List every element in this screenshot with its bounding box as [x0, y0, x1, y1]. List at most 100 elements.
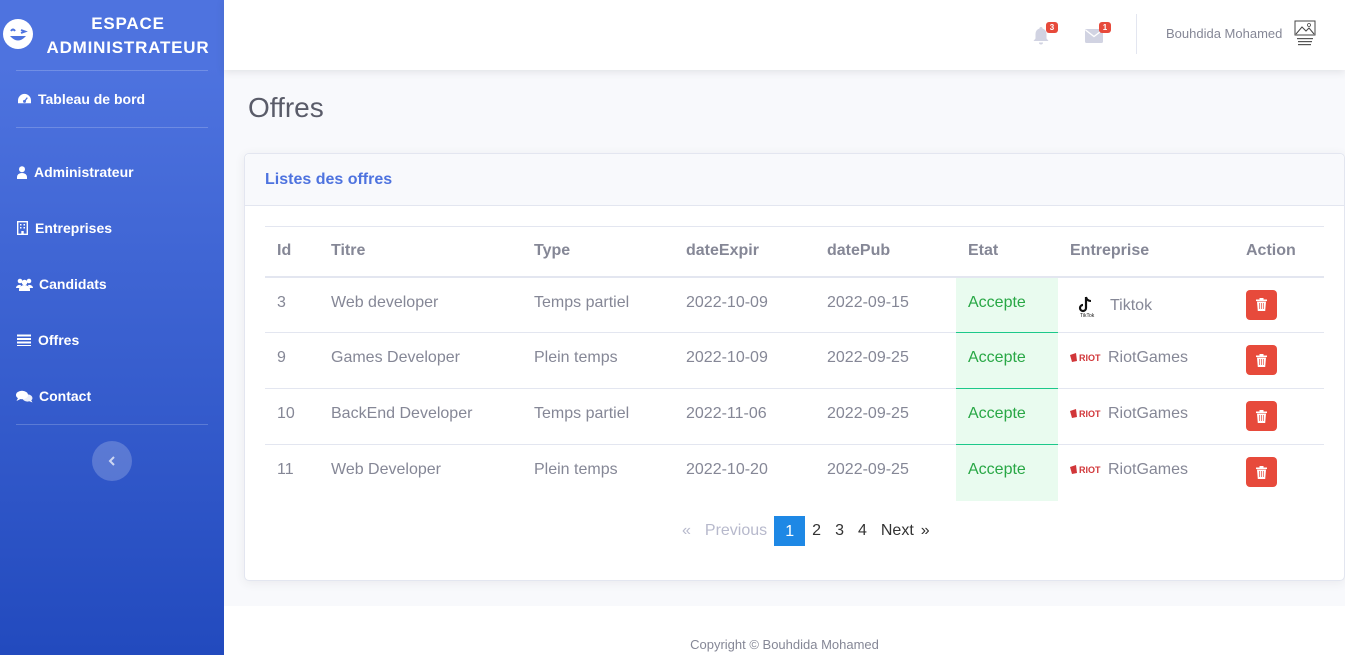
cell-action [1234, 388, 1324, 445]
trash-icon [1256, 465, 1267, 479]
cell-entreprise: TikTok Tiktok [1058, 276, 1234, 333]
column-header-datepub[interactable]: datePub [815, 226, 956, 278]
company-name: RiotGames [1108, 349, 1189, 366]
sidebar-toggle-button[interactable] [92, 441, 132, 481]
delete-button[interactable] [1246, 401, 1277, 431]
sidebar-item-label: Entreprises [35, 220, 113, 236]
laugh-wink-icon [3, 19, 33, 49]
sidebar-item-offres[interactable]: Offres [16, 326, 79, 354]
table-row: 3 Web developer Temps partiel 2022-10-09… [265, 276, 1324, 333]
pagination-page-4[interactable]: 4 [851, 516, 874, 546]
footer: Copyright © Bouhdida Mohamed [224, 606, 1345, 655]
cell-etat: Accepte [956, 276, 1058, 333]
sidebar-item-dashboard[interactable]: Tableau de bord [16, 85, 145, 113]
trash-icon [1256, 353, 1267, 367]
company-name: RiotGames [1108, 405, 1189, 422]
riot-games-logo-icon: RIOT [1070, 409, 1101, 419]
user-icon [16, 165, 28, 179]
offers-table: Id Titre Type dateExpir datePub Etat Ent… [265, 226, 1324, 501]
column-header-dateexpir[interactable]: dateExpir [674, 226, 815, 278]
delete-button[interactable] [1246, 457, 1277, 487]
riot-games-logo-icon: RIOT [1070, 353, 1101, 363]
column-header-type[interactable]: Type [522, 226, 674, 278]
cell-datepub: 2022-09-15 [815, 276, 956, 333]
cell-action [1234, 332, 1324, 389]
alerts-count-badge: 3 [1046, 22, 1058, 33]
trash-icon [1256, 409, 1267, 423]
delete-button[interactable] [1246, 289, 1277, 320]
table-header-row: Id Titre Type dateExpir datePub Etat Ent… [265, 226, 1324, 278]
cell-titre: Web developer [319, 276, 522, 333]
sidebar-item-entreprises[interactable]: Entreprises [16, 214, 112, 242]
pagination-previous: Previous [704, 522, 768, 539]
column-header-etat[interactable]: Etat [956, 226, 1058, 278]
cell-dateexpir: 2022-10-20 [674, 444, 815, 501]
column-header-titre[interactable]: Titre [319, 226, 522, 278]
pagination: « Previous 1 2 3 4 Next » [675, 516, 937, 546]
pagination-next[interactable]: Next [874, 516, 921, 546]
cell-id: 10 [265, 388, 319, 445]
table-row: 11 Web Developer Plein temps 2022-10-20 … [265, 444, 1324, 501]
riot-games-logo-icon: RIOT [1070, 465, 1101, 475]
cell-dateexpir: 2022-10-09 [674, 332, 815, 389]
offers-card: Listes des offres Id Titre Type dateExpi… [244, 153, 1345, 581]
cell-titre: BackEnd Developer [319, 388, 522, 445]
sidebar-item-administrateur[interactable]: Administrateur [16, 158, 134, 186]
table-row: 9 Games Developer Plein temps 2022-10-09… [265, 332, 1324, 389]
cell-id: 11 [265, 444, 319, 501]
sidebar: ESPACE ADMINISTRATEUR Tableau de bord Ad… [0, 0, 224, 655]
topbar: 3 1 Bouhdida Mohamed [224, 0, 1345, 70]
cell-datepub: 2022-09-25 [815, 388, 956, 445]
column-header-action[interactable]: Action [1234, 226, 1324, 278]
pagination-page-3[interactable]: 3 [828, 516, 851, 546]
column-header-id[interactable]: Id [265, 226, 319, 278]
sidebar-item-label: Candidats [39, 276, 107, 292]
comments-icon [16, 389, 33, 403]
brand-line1: ESPACE [91, 14, 165, 33]
sidebar-item-contact[interactable]: Contact [16, 382, 91, 410]
cell-type: Plein temps [522, 444, 674, 501]
cell-type: Plein temps [522, 332, 674, 389]
cell-entreprise: RIOT RiotGames [1058, 388, 1234, 445]
brand-line2: ADMINISTRATEUR [46, 38, 210, 57]
topbar-divider [1136, 14, 1137, 54]
cell-datepub: 2022-09-25 [815, 444, 956, 501]
sidebar-divider [16, 127, 208, 128]
user-name[interactable]: Bouhdida Mohamed [1166, 26, 1282, 41]
cell-action [1234, 276, 1324, 333]
delete-button[interactable] [1246, 345, 1277, 375]
trash-icon [1256, 298, 1267, 311]
cell-type: Temps partiel [522, 276, 674, 333]
users-icon [16, 277, 33, 291]
cell-etat: Accepte [956, 332, 1058, 389]
copyright-text: Copyright © Bouhdida Mohamed [690, 637, 879, 652]
sidebar-brand[interactable]: ESPACE ADMINISTRATEUR [0, 0, 224, 70]
cell-dateexpir: 2022-11-06 [674, 388, 815, 445]
brand-text: ESPACE ADMINISTRATEUR [40, 12, 216, 60]
alerts-dropdown[interactable]: 3 [1032, 22, 1058, 46]
cell-etat: Accepte [956, 444, 1058, 501]
cell-etat: Accepte [956, 388, 1058, 445]
messages-dropdown[interactable]: 1 [1085, 22, 1111, 46]
cell-action [1234, 444, 1324, 501]
sidebar-item-label: Contact [39, 388, 92, 404]
cell-titre: Games Developer [319, 332, 522, 389]
cell-datepub: 2022-09-25 [815, 332, 956, 389]
column-header-entreprise[interactable]: Entreprise [1058, 226, 1234, 278]
messages-count-badge: 1 [1099, 22, 1111, 33]
cell-entreprise: RIOT RiotGames [1058, 332, 1234, 389]
pagination-page-2[interactable]: 2 [805, 516, 828, 546]
sidebar-item-label: Offres [38, 332, 80, 348]
tiktok-logo-icon: TikTok [1078, 296, 1095, 318]
avatar[interactable] [1294, 20, 1316, 48]
svg-text:RIOT: RIOT [1079, 353, 1101, 363]
chevron-left-icon [108, 456, 115, 466]
pagination-page-1[interactable]: 1 [774, 516, 806, 546]
cell-id: 3 [265, 276, 319, 333]
company-name: RiotGames [1108, 461, 1189, 478]
pagination-next-arrow[interactable]: » [921, 516, 937, 546]
sidebar-item-candidats[interactable]: Candidats [16, 270, 107, 298]
sidebar-divider [16, 424, 208, 425]
sidebar-divider [16, 70, 208, 71]
table-row: 10 BackEnd Developer Temps partiel 2022-… [265, 388, 1324, 445]
